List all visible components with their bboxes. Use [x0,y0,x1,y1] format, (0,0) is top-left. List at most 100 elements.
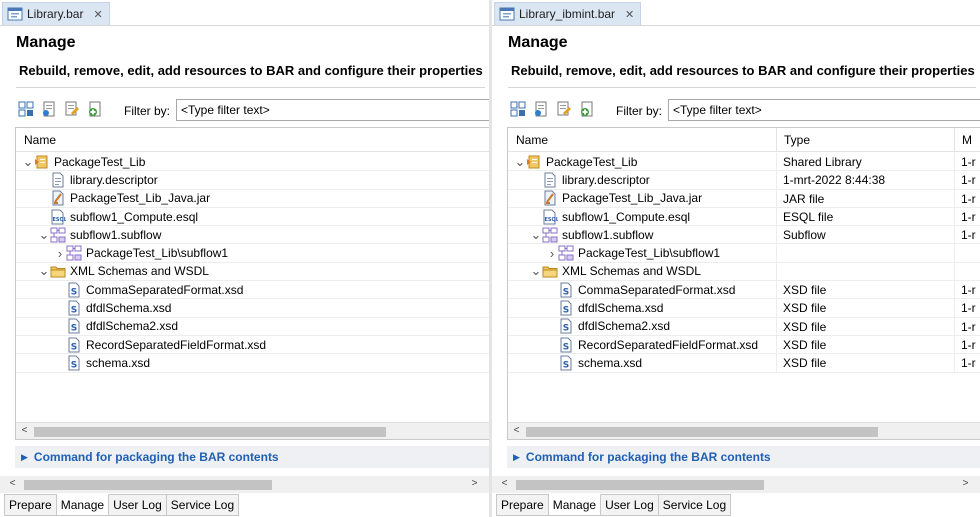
table-row[interactable]: ⌄ XML Schemas and WSDL [16,263,489,282]
pane-horizontal-scrollbar[interactable]: < > [492,476,980,493]
table-row[interactable]: S CommaSeparatedFormat.xsd [16,281,489,300]
chevron-down-icon[interactable]: ⌄ [38,264,50,277]
table-row[interactable]: › PackageTest_Lib\subflow1 [508,244,980,263]
table-row[interactable]: library.descriptor 1-mrt-2022 8:44:38 1-r [508,171,980,190]
svg-text:S: S [71,324,77,334]
edit-icon[interactable] [64,101,80,117]
table-row[interactable]: ⌄ XML Schemas and WSDL [508,262,980,282]
table-row[interactable]: SdfdlSchema.xsd [16,299,489,318]
scroll-left-icon[interactable]: < [16,423,33,439]
filter-input[interactable] [668,99,980,121]
tab-manage[interactable]: Manage [548,494,602,516]
tab-manage[interactable]: Manage [56,494,110,516]
scroll-right-icon[interactable]: > [466,476,483,493]
chevron-down-icon[interactable]: ⌄ [530,228,542,241]
scroll-right-icon[interactable]: > [957,476,974,493]
table-row[interactable]: ⌄ subflow1.subflow Subflow 1-r [508,226,980,245]
rebuild-icon[interactable] [41,101,57,117]
divider [508,87,976,88]
tab-user-log[interactable]: User Log [601,494,659,516]
pane-horizontal-scrollbar[interactable]: < > [0,476,489,493]
table-row[interactable]: ⌄ subflow1.subflow [16,226,489,245]
xsd-file-icon: S [558,318,574,334]
table-row[interactable]: S CommaSeparatedFormat.xsd XSD file 1-r [508,281,980,300]
editor-tab-library-bar[interactable]: Library.bar ✕ [2,2,110,25]
jar-file-icon [50,190,66,206]
scrollbar-thumb[interactable] [516,480,764,490]
scroll-left-icon[interactable]: < [496,476,513,493]
row-type-label: ESQL file [776,207,954,226]
table-row[interactable]: Sschema.xsd [16,354,489,373]
edit-icon[interactable] [556,101,572,117]
horizontal-scrollbar[interactable]: < [508,422,980,439]
scrollbar-thumb[interactable] [34,427,386,437]
row-name-label: XML Schemas and WSDL [70,264,209,279]
xsd-file-icon: S [558,355,574,371]
chevron-down-icon[interactable]: ⌄ [22,155,34,168]
table-row[interactable]: SdfdlSchema.xsd XSD file 1-r [508,299,980,318]
tab-user-log[interactable]: User Log [109,494,167,516]
add-resource-icon[interactable] [87,101,103,117]
row-m-label: 1-r [954,207,980,226]
row-m-label: 1-r [954,171,980,189]
column-header-name[interactable]: Name [508,128,776,152]
scrollbar-thumb[interactable] [24,480,272,490]
tab-service-log[interactable]: Service Log [658,494,732,516]
table-row[interactable]: S RecordSeparatedFieldFormat.xsd [16,336,489,355]
tab-prepare[interactable]: Prepare [496,494,549,516]
page-description: Rebuild, remove, edit, add resources to … [511,63,975,78]
filter-input[interactable] [176,99,489,121]
chevron-down-icon[interactable]: ⌄ [38,228,50,241]
chevron-right-icon[interactable]: › [546,246,558,261]
table-row[interactable]: ESQL subflow1_Compute.esql [16,208,489,227]
close-icon[interactable]: ✕ [625,8,634,21]
chevron-right-icon[interactable]: › [54,246,66,261]
chevron-down-icon[interactable]: ⌄ [514,155,526,168]
tab-service-log[interactable]: Service Log [166,494,240,516]
xsd-file-icon: S [66,355,82,371]
tab-prepare[interactable]: Prepare [4,494,57,516]
command-section[interactable]: ▶ Command for packaging the BAR contents [15,446,489,468]
add-resource-icon[interactable] [579,101,595,117]
table-header: Name [16,128,489,152]
scroll-left-icon[interactable]: < [4,476,21,493]
column-header-m[interactable]: M [954,128,980,152]
expand-all-icon[interactable] [18,101,34,117]
column-header-name[interactable]: Name [16,128,489,152]
editor-tab-label: Library.bar [27,7,84,21]
expand-all-icon[interactable] [510,101,526,117]
row-name-label: PackageTest_Lib [54,154,146,169]
row-name-label: RecordSeparatedFieldFormat.xsd [86,337,267,352]
horizontal-scrollbar[interactable]: < [16,422,489,439]
subflow-icon [542,227,558,243]
table-row[interactable]: PackageTest_Lib_Java.jar JAR file 1-r [508,189,980,208]
table-row[interactable]: library.descriptor [16,171,489,190]
row-type-label: XSD file [776,317,954,335]
chevron-down-icon[interactable]: ⌄ [530,264,542,277]
editor-tab-library-ibmint-bar[interactable]: Library_ibmint.bar ✕ [494,2,642,25]
close-icon[interactable]: ✕ [93,8,102,21]
rebuild-icon[interactable] [533,101,549,117]
folder-icon [542,263,558,279]
filter-label: Filter by: [124,104,171,118]
bar-file-icon [7,7,23,21]
esql-file-icon: ESQL [50,209,68,225]
table-row[interactable]: S RecordSeparatedFieldFormat.xsd XSD file 1… [508,335,980,355]
table-row[interactable]: ⌄ PackageTest_Lib [16,153,489,172]
command-section[interactable]: ▶ Command for packaging the BAR contents [507,446,980,468]
scrollbar-thumb[interactable] [526,427,878,437]
tree-cell-name: ⌄ subflow1.subflow [16,226,161,243]
table-row[interactable]: PackageTest_Lib_Java.jar [16,190,489,208]
scroll-left-icon[interactable]: < [508,423,525,439]
row-name-label: CommaSeparatedFormat.xsd [86,282,244,297]
table-row[interactable]: ⌄ PackageTest_Lib Shared Library 1-r [508,153,980,172]
table-row[interactable]: › PackageTest_Lib\subflow1 [16,244,489,263]
xsd-file-icon: S [558,282,574,298]
table-row[interactable]: SdfdlSchema2.xsd [16,318,489,336]
table-row[interactable]: SdfdlSchema2.xsd XSD file 1-r [508,317,980,336]
page-title: Manage [16,34,76,51]
row-m-label: 1-r [954,317,980,335]
table-row[interactable]: ESQL subflow1_Compute.esql ESQL file 1-r [508,207,980,227]
table-row[interactable]: Sschema.xsd XSD file 1-r [508,354,980,373]
column-header-type[interactable]: Type [776,128,954,152]
